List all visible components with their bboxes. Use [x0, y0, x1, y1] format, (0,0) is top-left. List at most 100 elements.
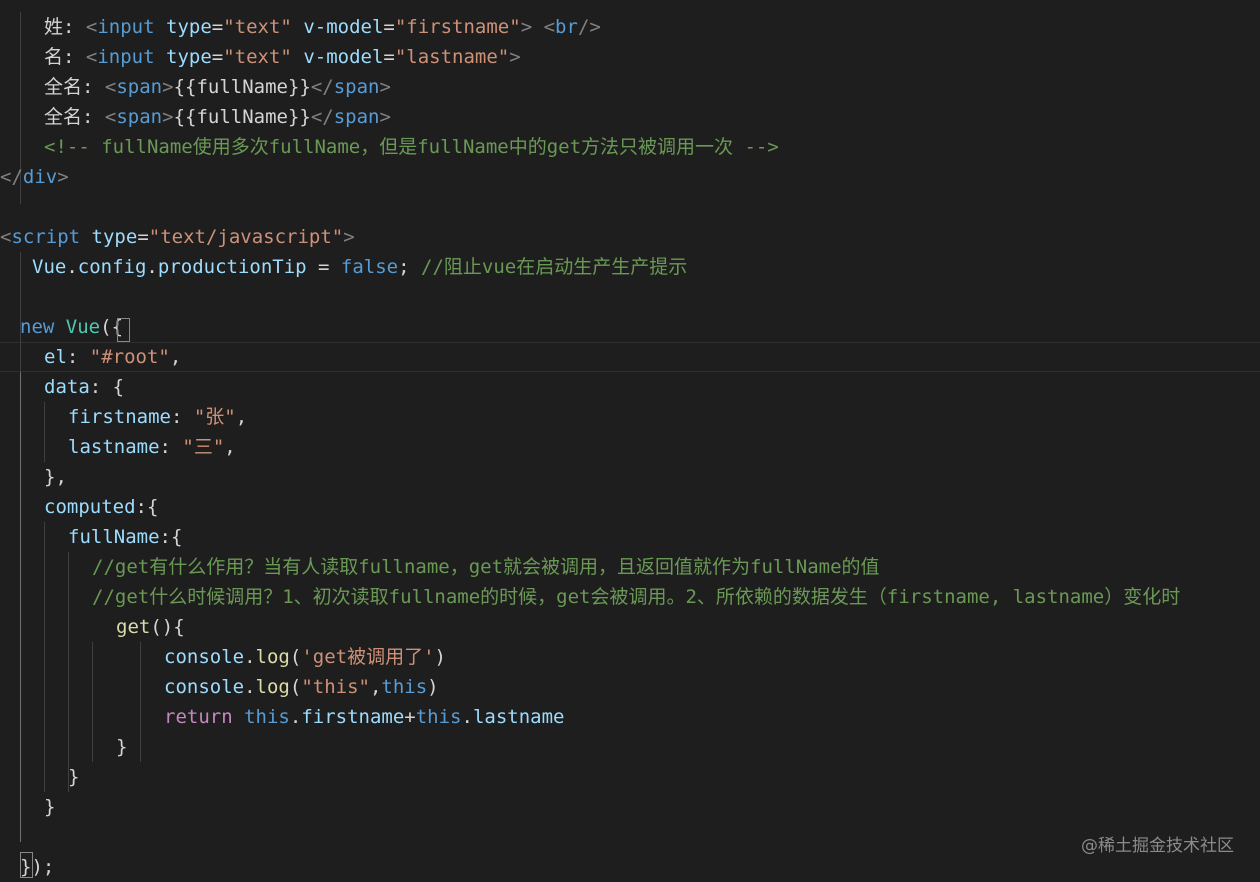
code-token: {{fullName}} [173, 106, 311, 128]
code-token: ; [398, 256, 422, 278]
line-fullname-open[interactable]: fullName:{ [68, 522, 182, 552]
code-token: </ [310, 76, 334, 98]
code-token: > [343, 226, 355, 248]
line-new-vue[interactable]: new Vue({ [20, 312, 123, 342]
code-token: this [381, 676, 428, 698]
line-console-log-1[interactable]: console.log('get被调用了') [164, 642, 446, 672]
watermark: @稀土掘金技术社区 [1081, 836, 1234, 856]
code-token: , [369, 676, 382, 698]
code-token: //get什么时候调用？1、初次读取fullname的时候，get会被调用。2、… [92, 586, 1181, 608]
line-fullname-close[interactable]: } [68, 762, 79, 792]
line-console-log-2[interactable]: console.log("this",this) [164, 672, 439, 702]
code-token: }, [44, 466, 67, 488]
code-token: span [333, 76, 380, 98]
code-token: "this" [301, 676, 370, 698]
code-token: < [0, 226, 12, 248]
line-el[interactable]: el: "#root", [44, 342, 181, 372]
code-token: ); [31, 856, 55, 878]
code-token: </ [310, 106, 334, 128]
code-token: "张" [193, 406, 236, 428]
current-line-highlight [0, 342, 1260, 372]
code-token: > [520, 16, 533, 38]
line-production-tip[interactable]: Vue.config.productionTip = false; //阻止vu… [32, 252, 687, 282]
code-token: v-model [303, 16, 384, 38]
code-token: > [162, 76, 174, 98]
line-script-open[interactable]: <script type="text/javascript"> [0, 222, 355, 252]
code-token: : [170, 406, 194, 428]
line-get-open[interactable]: get(){ [116, 612, 185, 642]
code-token: get [116, 616, 151, 638]
code-token: :{ [135, 496, 159, 518]
indent-guide-line [92, 642, 93, 762]
code-token: } [44, 796, 56, 818]
line-computed-close[interactable]: } [44, 792, 55, 822]
indent-guide-line [44, 522, 45, 792]
code-token: console [164, 676, 245, 698]
indent-guide-line [20, 372, 21, 842]
code-token: ( [100, 316, 112, 338]
line-comment-get-purpose[interactable]: //get有什么作用？当有人读取fullname，get就会被调用，且返回值就作… [92, 552, 880, 582]
code-token: false [340, 256, 399, 278]
code-token: "text" [223, 16, 292, 38]
line-fullname-span-2[interactable]: 全名: <span>{{fullName}}</span> [44, 102, 391, 132]
code-token: v-model [303, 46, 384, 68]
code-token: console [164, 646, 245, 668]
code-token: type [166, 46, 212, 68]
bracket-match-close [20, 852, 33, 878]
code-token: fullName [68, 526, 160, 548]
code-token: new [20, 316, 55, 338]
code-token: </ [0, 166, 23, 188]
line-html-comment[interactable]: <!-- fullName使用多次fullName，但是fullName中的ge… [44, 132, 779, 162]
code-token: < [85, 46, 98, 68]
line-comment-get-when[interactable]: //get什么时候调用？1、初次读取fullname的时候，get会被调用。2、… [92, 582, 1180, 612]
line-fullname-span-1[interactable]: 全名: <span>{{fullName}}</span> [44, 72, 391, 102]
code-token: = [211, 46, 224, 68]
code-token: :{ [159, 526, 183, 548]
line-lastname-prop[interactable]: lastname: "三", [68, 432, 236, 462]
line-firstname-prop[interactable]: firstname: "张", [68, 402, 247, 432]
code-token: "text" [223, 46, 292, 68]
code-token: : { [89, 376, 125, 398]
code-token: {{fullName}} [173, 76, 311, 98]
line-firstname-input[interactable]: 姓: <input type="text" v-model="firstname… [44, 12, 601, 42]
line-get-close[interactable]: } [116, 732, 127, 762]
line-computed-open[interactable]: computed:{ [44, 492, 158, 522]
line-data-open[interactable]: data: { [44, 372, 124, 402]
code-token: log [255, 676, 290, 698]
code-token: . [146, 256, 158, 278]
code-token: 全名: [44, 76, 105, 98]
code-token: < [85, 16, 98, 38]
line-div-close[interactable]: </div> [0, 162, 69, 192]
code-token: ) [434, 646, 446, 668]
code-token: . [66, 256, 78, 278]
line-lastname-input[interactable]: 名: <input type="text" v-model="lastname"… [44, 42, 521, 72]
indent-guide-line [140, 642, 141, 762]
line-data-close[interactable]: }, [44, 462, 67, 492]
code-token: . [244, 676, 256, 698]
code-editor[interactable]: 姓: <input type="text" v-model="firstname… [0, 0, 1260, 882]
code-token: < [104, 106, 117, 128]
code-token: span [333, 106, 380, 128]
code-token: 全名: [44, 106, 105, 128]
code-token: firstname [301, 706, 405, 728]
code-token: "#root" [89, 346, 170, 368]
code-token: ( [289, 676, 302, 698]
code-token: lastname [68, 436, 160, 458]
code-token: (){ [150, 616, 185, 638]
code-token: type [166, 16, 212, 38]
code-token: "text/javascript" [148, 226, 344, 248]
code-token: ( [289, 646, 302, 668]
code-token: "firstname" [394, 16, 521, 38]
code-token: computed [44, 496, 136, 518]
code-token: = [137, 226, 149, 248]
line-return[interactable]: return this.firstname+this.lastname [164, 702, 564, 732]
indent-guide-line [68, 552, 69, 792]
code-token: this [244, 706, 290, 728]
code-token: : [159, 436, 183, 458]
